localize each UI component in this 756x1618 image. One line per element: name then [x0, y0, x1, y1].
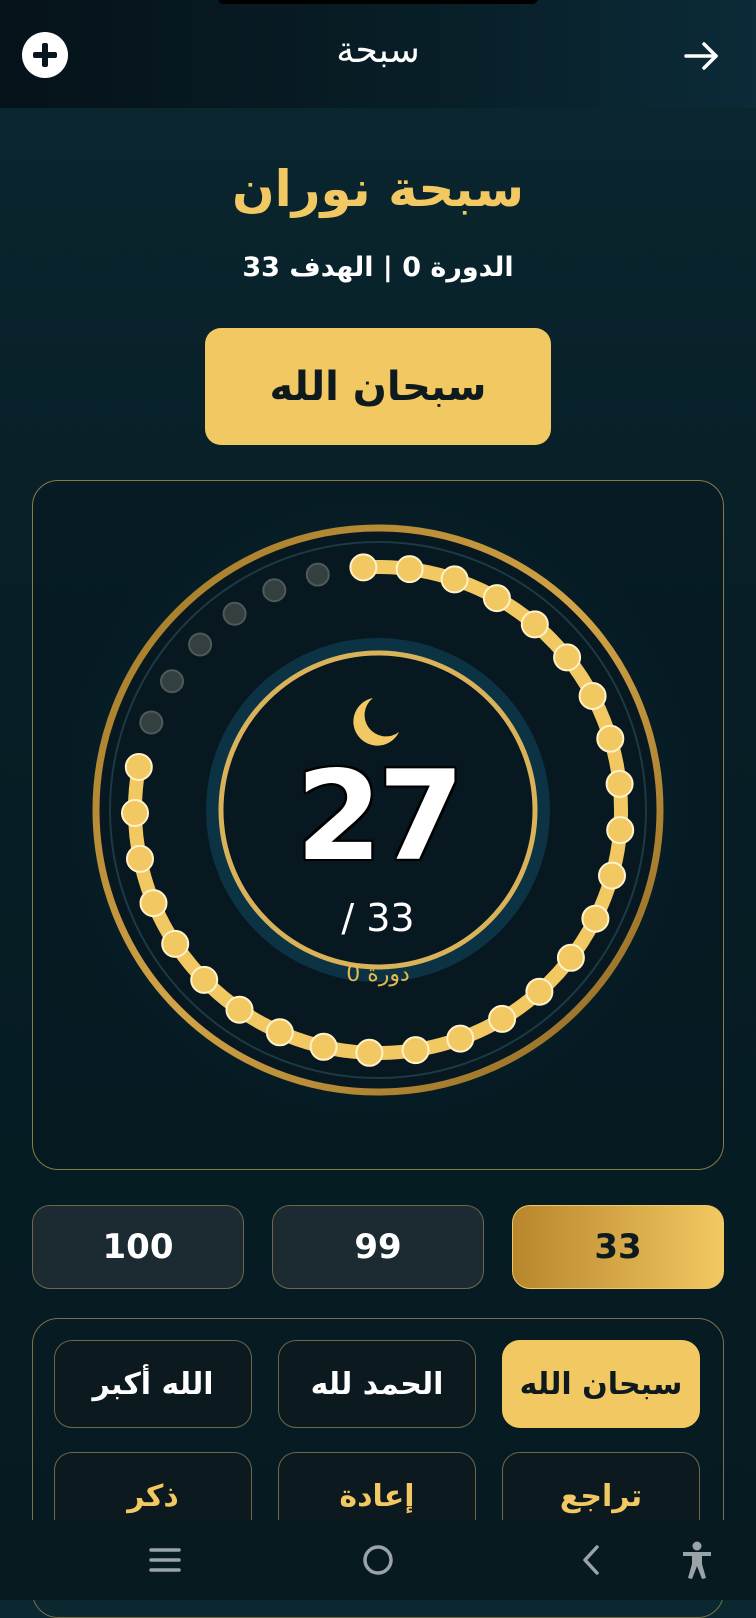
back-icon[interactable]	[570, 1538, 614, 1582]
bead-filled	[121, 799, 149, 827]
bead-empty	[188, 632, 213, 657]
dhikr-subhanallah-button[interactable]: سبحان الله	[502, 1340, 700, 1428]
bead-filled	[605, 769, 634, 798]
camera-notch	[218, 0, 538, 4]
bead-filled	[225, 995, 254, 1024]
bead-filled	[349, 553, 378, 582]
bead-filled	[596, 724, 625, 753]
bead-filled	[598, 861, 626, 890]
bead-filled	[488, 1004, 517, 1033]
app-bar: سبحة	[0, 0, 756, 108]
arrow-right-icon[interactable]	[680, 34, 724, 78]
bead-filled	[309, 1032, 338, 1061]
accessibility-icon[interactable]	[675, 1538, 719, 1582]
dhikr-alhamdulillah-button[interactable]: الحمد لله	[278, 1340, 476, 1428]
target-99-button[interactable]: 99	[272, 1205, 484, 1289]
bead-filled	[440, 565, 469, 594]
bead-filled	[581, 904, 610, 933]
bead-empty	[160, 669, 184, 694]
bead-filled	[190, 965, 219, 994]
bead-empty	[222, 601, 247, 626]
bead-empty	[305, 562, 330, 587]
bead-filled	[606, 816, 635, 845]
bead-filled	[553, 643, 582, 672]
bead-filled	[556, 943, 585, 972]
round-target-info: الدورة 0 | الهدف 33	[242, 252, 514, 283]
bead-empty	[262, 578, 287, 603]
bead-filled	[525, 977, 554, 1006]
bead-filled	[482, 584, 511, 613]
bead-filled	[124, 753, 153, 781]
target-100-button[interactable]: 100	[32, 1205, 244, 1289]
home-icon[interactable]	[356, 1538, 400, 1582]
bead-empty	[139, 710, 164, 735]
menu-icon[interactable]	[143, 1538, 187, 1582]
page-title: سبحة	[336, 30, 420, 71]
bead-filled	[355, 1038, 384, 1067]
bead-filled	[446, 1024, 475, 1053]
counter-value: 27	[295, 745, 465, 889]
bead-filled	[126, 844, 154, 873]
target-33-button[interactable]: 33	[512, 1205, 724, 1289]
bead-filled	[520, 610, 549, 639]
bead-filled	[395, 555, 424, 584]
plus-circle-icon[interactable]	[22, 32, 68, 78]
counter-round-label: دورة 0	[346, 962, 410, 987]
bead-filled	[139, 889, 168, 918]
bead-filled	[161, 929, 190, 958]
dhikr-allahu-akbar-button[interactable]: الله أكبر	[54, 1340, 252, 1428]
system-nav-bar	[0, 1520, 756, 1600]
bead-filled	[265, 1018, 294, 1047]
bead-filled	[401, 1036, 430, 1065]
bead-filled	[578, 682, 607, 710]
tasbih-name: سبحة نوران	[231, 160, 525, 218]
counter-target: / 33	[341, 896, 415, 940]
current-dhikr-display[interactable]: سبحان الله	[205, 328, 551, 445]
